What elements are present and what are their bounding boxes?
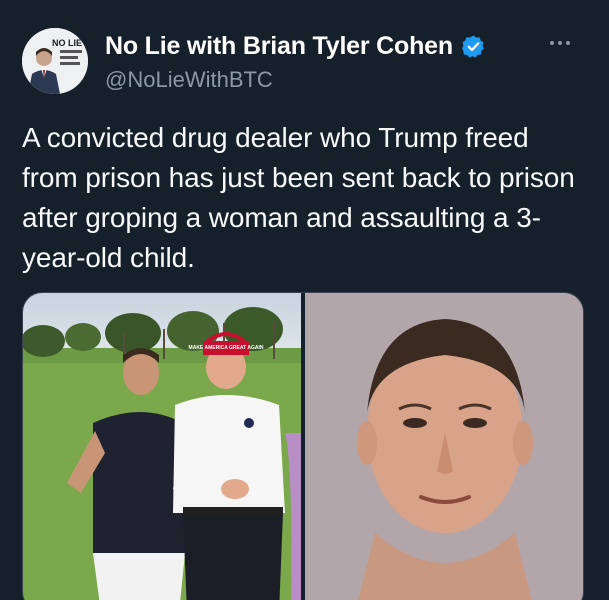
avatar[interactable]: NO LIE xyxy=(22,28,88,94)
author-names: No Lie with Brian Tyler Cohen @NoLieWith… xyxy=(105,32,486,93)
tweet-header: NO LIE No Lie with Brian Tyler Cohen @No… xyxy=(22,24,588,94)
author-handle[interactable]: @NoLieWithBTC xyxy=(105,67,486,93)
tweet-text: A convicted drug dealer who Trump freed … xyxy=(22,122,575,273)
photo-golf-course[interactable]: MAKE AMERICA GREAT AGAIN xyxy=(23,293,301,600)
more-options-icon[interactable] xyxy=(546,36,574,50)
display-name[interactable]: No Lie with Brian Tyler Cohen xyxy=(105,32,453,61)
avatar-logo-text: NO LIE xyxy=(52,38,82,48)
tweet-media[interactable]: MAKE AMERICA GREAT AGAIN xyxy=(22,292,584,600)
hat-text: MAKE AMERICA GREAT AGAIN xyxy=(189,345,264,351)
photo-mugshot[interactable] xyxy=(305,293,583,600)
tweet-card[interactable]: NO LIE No Lie with Brian Tyler Cohen @No… xyxy=(0,0,609,600)
verified-badge-icon xyxy=(461,34,486,59)
